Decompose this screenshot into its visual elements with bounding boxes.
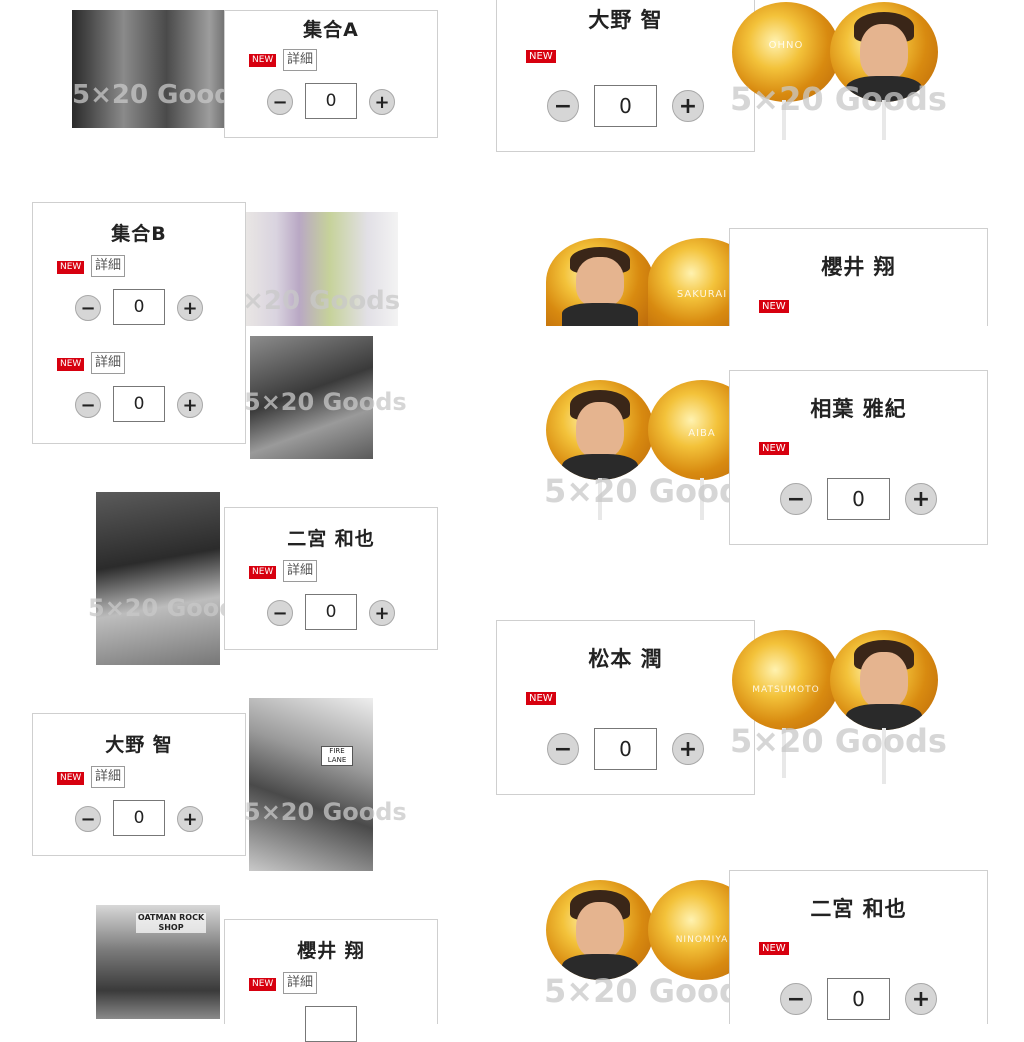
detail-button[interactable]: 詳細 <box>91 766 126 788</box>
fire-lane-sign: FIRE LANE <box>321 746 353 766</box>
uchiwa-handle <box>782 100 786 140</box>
quantity-input[interactable]: 0 <box>827 478 890 520</box>
product-card-fan-matsumoto: 松本 潤 NEW − 0 + <box>496 620 755 795</box>
quantity-input[interactable]: 0 <box>305 83 357 119</box>
new-badge: NEW <box>759 942 789 955</box>
product-card-group-a: 集合A NEW 詳細 − 0 + <box>224 10 438 138</box>
uchiwa-front <box>830 2 938 102</box>
decrement-button[interactable]: − <box>780 483 812 515</box>
product-photo-ohno: FIRE LANE <box>249 698 373 871</box>
uchiwa-front <box>830 630 938 730</box>
product-card-sakurai: 櫻井 翔 NEW 詳細 <box>224 919 438 1042</box>
new-badge: NEW <box>759 300 789 313</box>
product-name: 集合A <box>303 19 359 41</box>
product-card-ohno: 大野 智 NEW 詳細 − 0 + <box>32 713 246 856</box>
new-badge: NEW <box>57 261 85 274</box>
increment-button[interactable]: + <box>672 733 704 765</box>
product-name: 二宮 和也 <box>810 897 907 921</box>
detail-button[interactable]: 詳細 <box>283 972 318 994</box>
product-card-group-b: 集合B NEW 詳細 − 0 + <box>32 202 246 330</box>
quantity-input[interactable]: 0 <box>827 978 890 1020</box>
increment-button[interactable]: + <box>369 89 395 115</box>
uchiwa-front <box>546 380 654 480</box>
detail-button[interactable]: 詳細 <box>91 255 126 277</box>
decrement-button[interactable]: − <box>75 806 101 832</box>
product-card-fan-ninomiya: 二宮 和也 NEW − 0 + <box>729 870 988 1024</box>
increment-button[interactable]: + <box>177 392 203 418</box>
product-name: 大野 智 <box>588 8 663 32</box>
product-name: 櫻井 翔 <box>821 255 896 279</box>
detail-button[interactable]: 詳細 <box>91 352 126 374</box>
increment-button[interactable]: + <box>177 806 203 832</box>
product-name: 松本 潤 <box>588 647 663 671</box>
quantity-input[interactable] <box>305 1006 357 1042</box>
product-card-ninomiya: 二宮 和也 NEW 詳細 − 0 + <box>224 507 438 650</box>
product-card-fan-sakurai: 櫻井 翔 NEW <box>729 228 988 326</box>
decrement-button[interactable]: − <box>267 89 293 115</box>
new-badge: NEW <box>57 358 85 371</box>
product-name: 櫻井 翔 <box>297 940 365 962</box>
decrement-button[interactable]: − <box>267 600 293 626</box>
product-photo-sakurai: OATMAN ROCK SHOP <box>96 905 220 1019</box>
increment-button[interactable]: + <box>177 295 203 321</box>
detail-button[interactable]: 詳細 <box>283 49 318 71</box>
shop-sign: OATMAN ROCK SHOP <box>136 913 206 933</box>
product-name: 相葉 雅紀 <box>810 397 907 421</box>
uchiwa-handle <box>882 728 886 784</box>
uchiwa-back: MATSUMOTO <box>732 630 840 730</box>
new-badge: NEW <box>249 566 277 579</box>
uchiwa-handle <box>882 100 886 140</box>
decrement-button[interactable]: − <box>547 90 579 122</box>
product-photo-group-b <box>246 212 398 326</box>
quantity-input[interactable]: 0 <box>305 594 357 630</box>
fan-caption: MATSUMOTO <box>752 685 820 695</box>
decrement-button[interactable]: − <box>75 392 101 418</box>
product-card-fan-aiba: 相葉 雅紀 NEW − 0 + <box>729 370 988 545</box>
uchiwa-handle <box>598 478 602 520</box>
increment-button[interactable]: + <box>672 90 704 122</box>
product-photo-member <box>250 336 373 459</box>
quantity-input[interactable]: 0 <box>594 728 657 770</box>
product-photo-ninomiya <box>96 492 220 665</box>
new-badge: NEW <box>57 772 85 785</box>
product-card-fan-ohno: 大野 智 NEW − 0 + <box>496 0 755 152</box>
fan-caption: OHNO <box>768 40 804 51</box>
increment-button[interactable]: + <box>905 483 937 515</box>
decrement-button[interactable]: − <box>75 295 101 321</box>
product-name: 二宮 和也 <box>287 528 375 550</box>
product-name: 集合B <box>111 223 167 245</box>
new-badge: NEW <box>759 442 789 455</box>
uchiwa-front <box>546 880 654 980</box>
product-name: 大野 智 <box>105 734 173 756</box>
increment-button[interactable]: + <box>369 600 395 626</box>
quantity-input[interactable]: 0 <box>113 386 165 422</box>
quantity-input[interactable]: 0 <box>594 85 657 127</box>
product-card-member: NEW 詳細 − 0 + <box>32 326 246 444</box>
quantity-input[interactable]: 0 <box>113 800 165 836</box>
uchiwa-handle <box>700 478 704 520</box>
uchiwa-handle <box>782 728 786 778</box>
uchiwa-front <box>546 238 654 326</box>
quantity-input[interactable]: 0 <box>113 289 165 325</box>
decrement-button[interactable]: − <box>780 983 812 1015</box>
product-photo-group-a <box>72 10 244 128</box>
detail-button[interactable]: 詳細 <box>283 560 318 582</box>
increment-button[interactable]: + <box>905 983 937 1015</box>
decrement-button[interactable]: − <box>547 733 579 765</box>
new-badge: NEW <box>249 978 277 991</box>
new-badge: NEW <box>526 692 556 705</box>
uchiwa-back: OHNO <box>732 2 840 102</box>
new-badge: NEW <box>249 54 277 67</box>
new-badge: NEW <box>526 50 556 63</box>
